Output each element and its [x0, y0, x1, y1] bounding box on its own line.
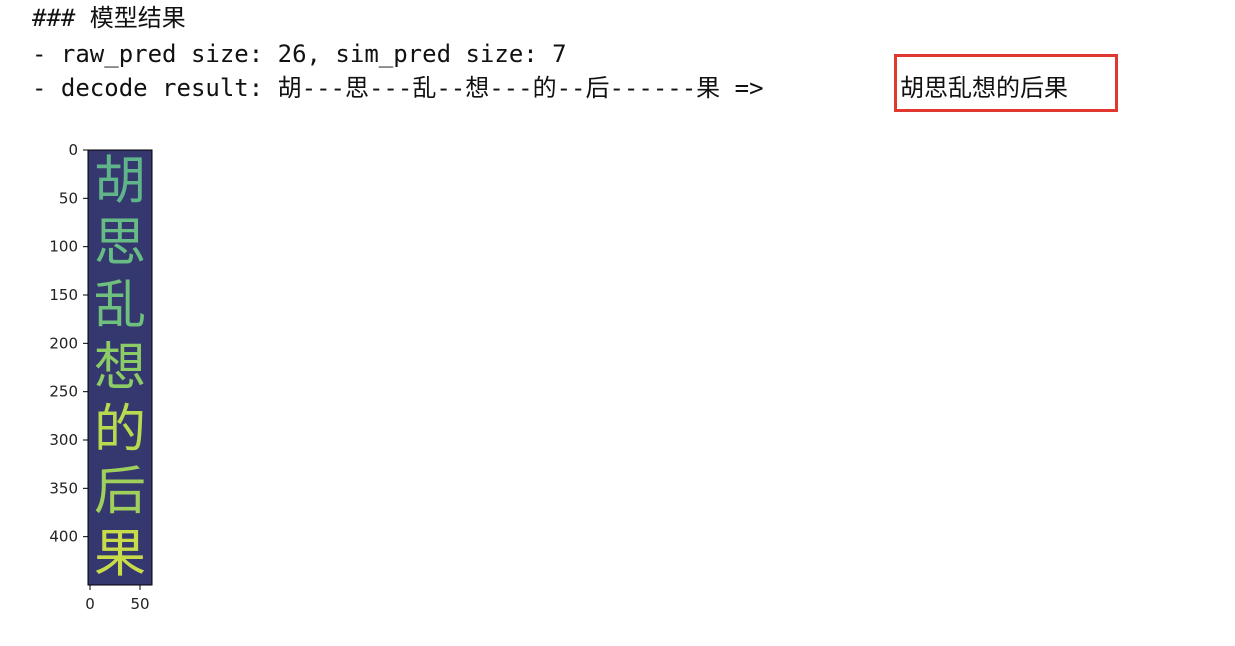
x-tick-label: 0	[85, 595, 95, 613]
y-tick-label: 150	[49, 286, 78, 304]
y-tick-label: 350	[49, 479, 78, 497]
y-tick-label: 300	[49, 431, 78, 449]
y-tick-label: 200	[49, 334, 78, 352]
y-tick-label: 50	[59, 189, 78, 207]
markdown-heading: ### 模型结果	[32, 4, 186, 32]
raw-pred-line: - raw_pred size: 26, sim_pred size: 7	[32, 40, 567, 68]
image-glyph: 想	[94, 338, 146, 398]
image-glyph: 果	[94, 524, 146, 584]
image-glyph: 胡	[94, 151, 146, 211]
image-glyph: 的	[94, 400, 146, 460]
y-tick-label: 0	[68, 141, 78, 159]
image-plot: 胡思乱想的后果 0 50 100 150 200 250 300 350 400 0 50	[49, 141, 153, 613]
x-tick-label: 50	[130, 595, 149, 613]
decoded-text: 胡思乱想的后果	[900, 74, 1068, 102]
y-tick-label: 250	[49, 383, 78, 401]
y-tick-label: 100	[49, 238, 78, 256]
decode-result-line: - decode result: 胡---思---乱--想---的--后----…	[32, 74, 764, 102]
image-glyph: 后	[94, 462, 146, 522]
image-glyph: 乱	[94, 276, 146, 336]
y-tick-label: 400	[49, 528, 78, 546]
image-glyph: 思	[94, 214, 146, 274]
